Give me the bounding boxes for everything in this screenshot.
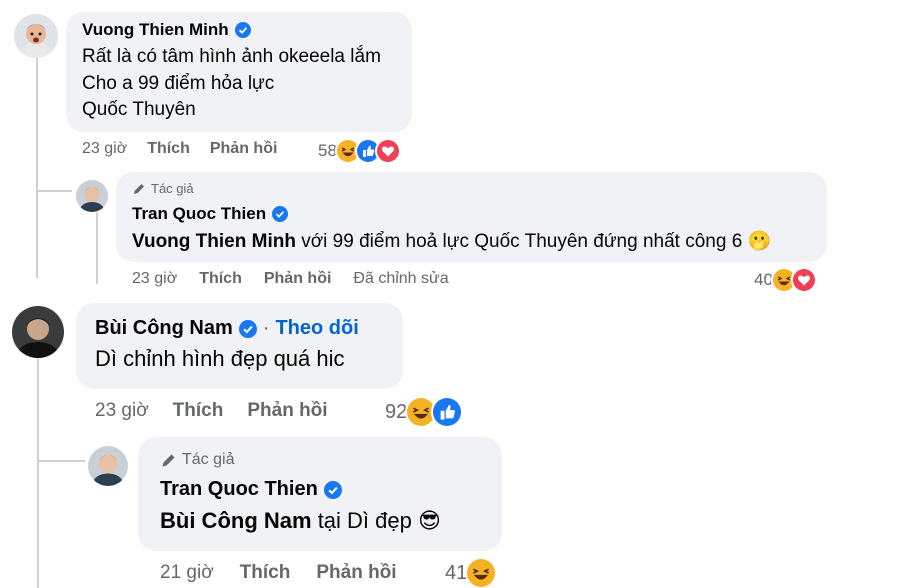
- comment-author-row: Bùi Công Nam · Theo dõi: [95, 317, 359, 340]
- verified-badge-icon: [272, 206, 289, 222]
- reply-text: Bùi Công Nam tại Dì đẹp 😎: [160, 508, 441, 534]
- like-icon: [431, 396, 464, 428]
- reaction-count: 41: [445, 561, 468, 584]
- reply-author-row: Tran Quoc Thien: [132, 204, 289, 224]
- avatar[interactable]: [88, 446, 128, 486]
- like-button[interactable]: Thích: [240, 562, 291, 584]
- like-button[interactable]: Thích: [173, 400, 224, 422]
- reply-button[interactable]: Phản hồi: [210, 140, 278, 158]
- comment-timestamp[interactable]: 23 giờ: [82, 140, 127, 158]
- author-badge-label: Tác giả: [182, 451, 235, 468]
- reply-timestamp[interactable]: 21 giờ: [160, 562, 214, 584]
- reaction-summary[interactable]: 41: [445, 557, 498, 588]
- like-button[interactable]: Thích: [147, 140, 190, 158]
- author-badge: Tác giả: [160, 451, 234, 469]
- thread-line: [36, 190, 72, 192]
- avatar[interactable]: [76, 180, 108, 212]
- author-badge: Tác giả: [132, 181, 194, 196]
- author-badge-label: Tác giả: [151, 181, 194, 196]
- verified-badge-icon: [238, 319, 257, 338]
- thread-line: [36, 58, 38, 278]
- comment-author-row: Vuong Thien Minh: [82, 20, 251, 40]
- comment-text-line: Cho a 99 điểm hỏa lực: [82, 73, 275, 94]
- mention-link[interactable]: Bùi Công Nam: [160, 508, 312, 533]
- reply-timestamp[interactable]: 23 giờ: [132, 270, 177, 288]
- comment-author-name[interactable]: Vuong Thien Minh: [82, 20, 229, 40]
- reply-button[interactable]: Phản hồi: [316, 562, 396, 584]
- thread-line: [96, 212, 98, 284]
- avatar[interactable]: [14, 14, 58, 58]
- reply-meta: 21 giờ Thích Phản hồi: [160, 562, 397, 584]
- thread-line: [37, 358, 39, 588]
- comment-text-line: Dì chỉnh hình đẹp quá hic: [95, 346, 345, 371]
- reaction-summary[interactable]: 58: [318, 138, 401, 164]
- verified-badge-icon: [323, 480, 342, 499]
- thread-line: [37, 460, 85, 462]
- reply-author-name[interactable]: Tran Quoc Thien: [132, 204, 266, 224]
- pen-icon: [162, 453, 175, 467]
- comment-timestamp[interactable]: 23 giờ: [95, 400, 149, 422]
- love-icon: [374, 138, 401, 164]
- verified-badge-icon: [234, 22, 251, 38]
- avatar[interactable]: [12, 306, 64, 358]
- follow-button[interactable]: Theo dõi: [275, 317, 358, 340]
- comment-text-line: Rất là có tâm hình ảnh okeeela lắm: [82, 46, 381, 67]
- comment-meta: 23 giờ Thích Phản hồi: [95, 400, 328, 422]
- reaction-summary[interactable]: 92: [385, 396, 464, 428]
- reaction-summary[interactable]: 40: [754, 267, 817, 293]
- reply-meta: 23 giờ Thích Phản hồi Đã chỉnh sửa: [132, 270, 449, 288]
- reply-button[interactable]: Phản hồi: [247, 400, 327, 422]
- like-button[interactable]: Thích: [199, 270, 242, 288]
- comment-text-line: Quốc Thuyên: [82, 99, 196, 120]
- reply-text-body: tại Dì đẹp 😎: [317, 508, 441, 533]
- reply-button[interactable]: Phản hồi: [264, 270, 332, 288]
- comment-meta: 23 giờ Thích Phản hồi: [82, 140, 277, 158]
- separator-dot: ·: [262, 317, 270, 339]
- reaction-count: 92: [385, 400, 408, 423]
- love-icon: [790, 267, 817, 293]
- reply-author-name[interactable]: Tran Quoc Thien: [160, 478, 318, 501]
- reply-text: Vuong Thien Minh với 99 điểm hoả lực Quố…: [132, 229, 771, 253]
- haha-icon: [465, 557, 498, 588]
- reply-text-body: với 99 điểm hoả lực Quốc Thuyên đứng nhấ…: [301, 231, 772, 252]
- comment-author-name[interactable]: Bùi Công Nam: [95, 317, 233, 340]
- pen-icon: [134, 183, 144, 194]
- mention-link[interactable]: Vuong Thien Minh: [132, 231, 296, 252]
- edited-label: Đã chỉnh sửa: [353, 270, 449, 287]
- reply-author-row: Tran Quoc Thien: [160, 478, 342, 501]
